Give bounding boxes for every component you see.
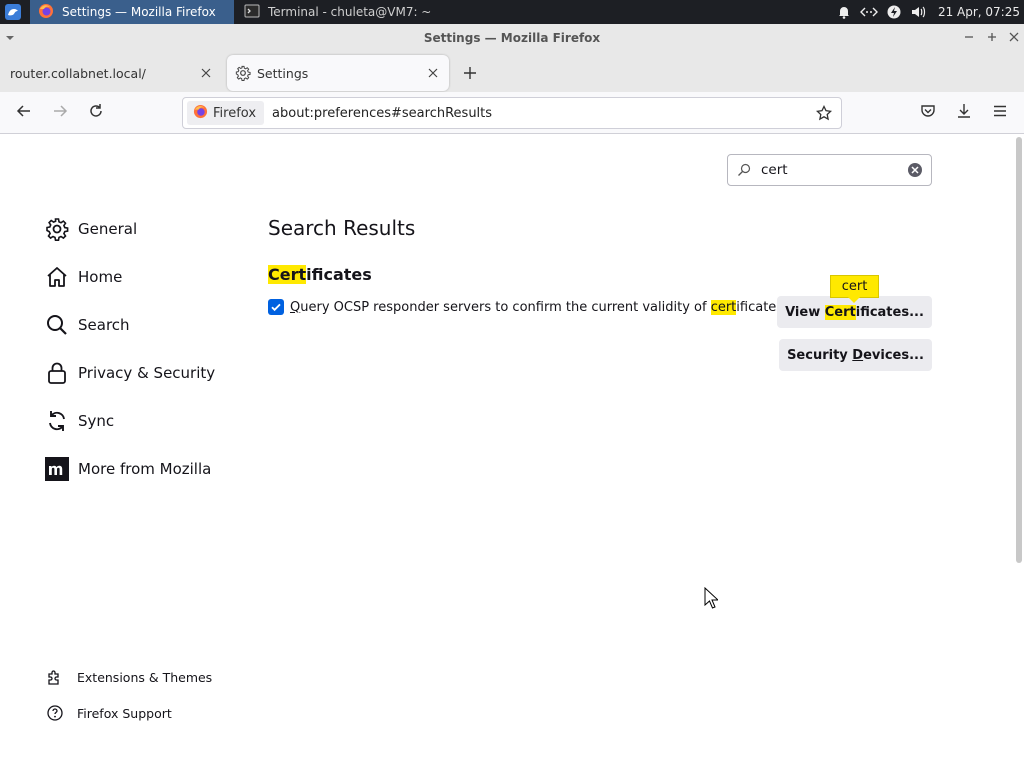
section-title-rest: ificates: [306, 265, 372, 284]
network-icon[interactable]: [858, 4, 880, 20]
close-tab-icon[interactable]: [425, 65, 441, 81]
extensions-themes-link[interactable]: Extensions & Themes: [46, 667, 212, 687]
search-match-highlight: Cert: [824, 304, 856, 320]
category-home[interactable]: Home: [45, 263, 122, 291]
search-match-highlight: cert: [710, 299, 737, 315]
window-title: Settings — Mozilla Firefox: [423, 31, 601, 45]
gear-icon: [45, 217, 69, 241]
gear-icon: [235, 65, 251, 81]
window-titlebar: Settings — Mozilla Firefox: [0, 24, 1024, 51]
plus-icon: [463, 65, 477, 84]
pocket-button[interactable]: [914, 100, 942, 126]
page-title: Search Results: [268, 216, 416, 240]
pocket-icon: [920, 103, 936, 123]
footer-link-label: Extensions & Themes: [77, 669, 213, 685]
button-label-text: ificates...: [855, 304, 924, 320]
clear-search-icon[interactable]: [907, 162, 923, 178]
footer-link-label: Firefox Support: [77, 705, 172, 721]
help-icon: [46, 704, 64, 722]
tab-strip: router.collabnet.local/ Settings: [0, 51, 1024, 92]
access-key: D: [852, 347, 864, 363]
tab-label: router.collabnet.local/: [10, 65, 146, 81]
settings-search-field[interactable]: cert: [727, 154, 932, 186]
download-icon: [956, 103, 972, 123]
volume-icon[interactable]: [908, 4, 930, 20]
system-tray: 21 Apr, 07:25: [830, 0, 1024, 24]
category-more-from-mozilla[interactable]: More from Mozilla: [45, 455, 211, 483]
firefox-icon: [38, 3, 54, 22]
search-match-badge: cert: [830, 275, 879, 298]
category-label: Privacy & Security: [78, 364, 216, 382]
lock-icon: [45, 361, 69, 385]
close-window-icon[interactable]: [1006, 29, 1022, 45]
reload-icon: [88, 103, 104, 123]
navigation-toolbar: Firefox about:preferences#searchResults: [0, 92, 1024, 134]
category-label: Search: [78, 316, 130, 334]
category-sync[interactable]: Sync: [45, 407, 114, 435]
security-devices-button[interactable]: Security Devices...: [779, 339, 932, 371]
taskbar-task-label: Settings — Mozilla Firefox: [62, 5, 216, 19]
category-label: Home: [78, 268, 123, 286]
settings-page: cert General Home Search Privacy & Secur…: [0, 135, 1024, 768]
tab-label: Settings: [257, 65, 309, 81]
hamburger-menu-icon: [992, 103, 1008, 123]
reload-button[interactable]: [82, 100, 110, 126]
search-icon: [45, 313, 69, 337]
taskbar-task-firefox[interactable]: Settings — Mozilla Firefox: [30, 0, 234, 24]
url-text[interactable]: about:preferences#searchResults: [272, 106, 811, 121]
button-label-text: evices...: [863, 347, 924, 363]
identity-box[interactable]: Firefox: [187, 101, 265, 125]
arrow-right-icon: [52, 103, 68, 123]
power-icon[interactable]: [883, 4, 905, 20]
desktop-taskbar: Settings — Mozilla Firefox Terminal - ch…: [0, 0, 1024, 24]
category-general[interactable]: General: [45, 215, 137, 243]
downloads-button[interactable]: [950, 100, 978, 126]
identity-label: Firefox: [213, 105, 257, 121]
ocsp-label-text: uery OCSP responder servers to confirm t…: [300, 299, 711, 315]
ocsp-label[interactable]: Query OCSP responder servers to confirm …: [290, 299, 783, 315]
minimize-icon[interactable]: [961, 29, 977, 45]
search-match-badge-tail: [848, 297, 860, 303]
mozilla-icon: [45, 457, 69, 481]
clock[interactable]: 21 Apr, 07:25: [938, 5, 1020, 19]
mouse-pointer-icon: [704, 586, 720, 609]
category-search[interactable]: Search: [45, 311, 130, 339]
category-label: Sync: [78, 412, 115, 430]
ocsp-checkbox[interactable]: [268, 299, 284, 315]
bell-icon[interactable]: [833, 4, 855, 20]
category-privacy-security[interactable]: Privacy & Security: [45, 359, 215, 387]
tab-settings[interactable]: Settings: [227, 55, 449, 91]
app-menu-icon[interactable]: [4, 3, 22, 21]
category-label: More from Mozilla: [78, 460, 212, 478]
taskbar-task-label: Terminal - chuleta@VM7: ~: [268, 5, 432, 19]
firefox-support-link[interactable]: Firefox Support: [46, 703, 172, 723]
search-icon: [737, 163, 753, 177]
access-key: Q: [290, 299, 301, 315]
tab-router[interactable]: router.collabnet.local/: [0, 55, 222, 91]
taskbar-task-terminal[interactable]: Terminal - chuleta@VM7: ~: [236, 0, 446, 24]
button-label-text: Security: [787, 347, 853, 363]
certificates-section-title: Certificates: [268, 265, 372, 284]
close-tab-icon[interactable]: [198, 65, 214, 81]
back-button[interactable]: [10, 100, 38, 126]
search-match-highlight: Cert: [268, 265, 307, 284]
sync-icon: [45, 409, 69, 433]
forward-button[interactable]: [46, 100, 74, 126]
ocsp-setting[interactable]: Query OCSP responder servers to confirm …: [268, 299, 783, 315]
button-label-text: View: [785, 304, 825, 320]
home-icon: [45, 265, 69, 289]
search-input[interactable]: cert: [761, 162, 907, 178]
terminal-icon: [244, 3, 260, 22]
app-menu-button[interactable]: [986, 100, 1014, 126]
new-tab-button[interactable]: [458, 62, 482, 86]
category-label: General: [78, 220, 138, 238]
firefox-icon: [193, 104, 208, 123]
url-bar[interactable]: Firefox about:preferences#searchResults: [182, 97, 842, 129]
puzzle-icon: [46, 668, 64, 686]
page-scrollbar[interactable]: [1016, 137, 1022, 563]
maximize-icon[interactable]: [984, 29, 1000, 45]
arrow-left-icon: [16, 103, 32, 123]
bookmark-star-icon[interactable]: [811, 100, 837, 126]
